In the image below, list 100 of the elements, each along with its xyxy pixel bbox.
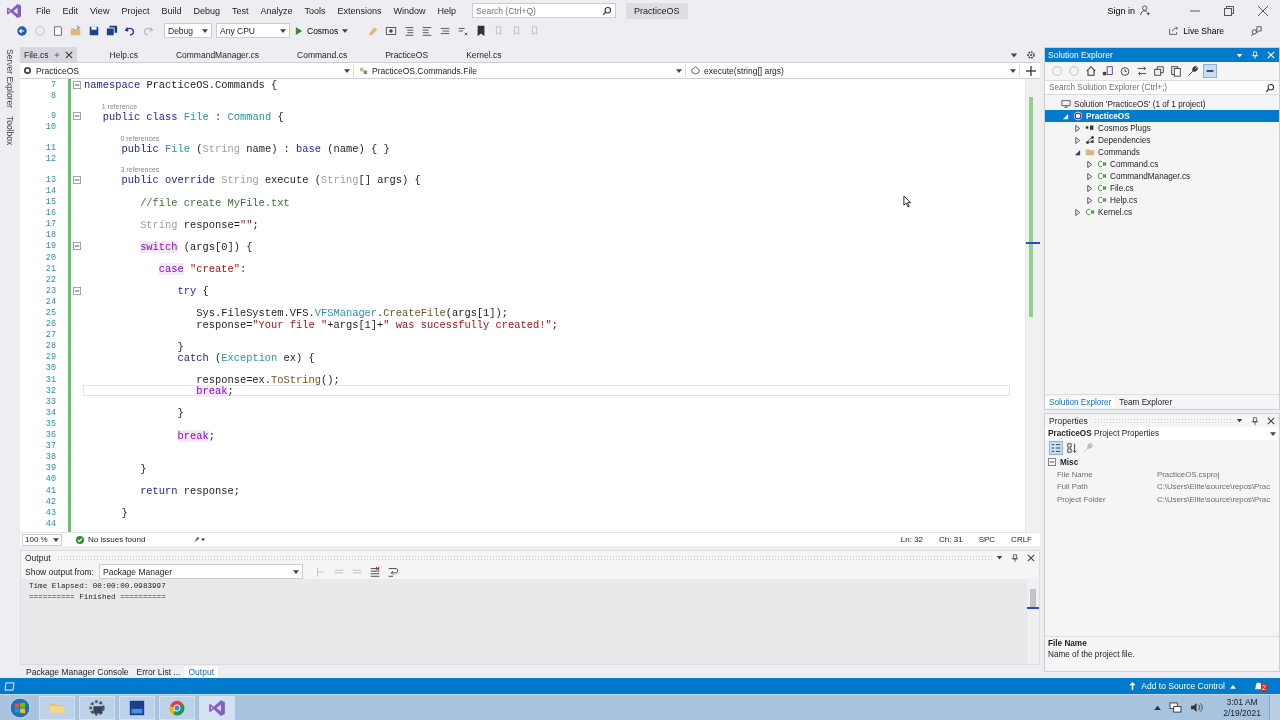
platform-dropdown[interactable]: Any CPU [216,23,290,38]
panel-tab[interactable]: Package Manager Console [22,665,133,678]
tree-item[interactable]: PracticeOS [1045,110,1279,122]
scrollbar[interactable] [1026,579,1039,664]
tree-item[interactable]: Help.cs [1045,194,1279,206]
sync-icon[interactable] [1136,64,1148,77]
expander-icon[interactable] [1086,196,1093,204]
show-hidden-icons[interactable] [1154,705,1162,710]
switch-views-icon[interactable] [1102,64,1114,77]
menu-item[interactable]: File [30,3,57,18]
save-icon[interactable] [88,24,100,37]
member-dropdown[interactable]: execute(string[] args) [688,64,1021,77]
show-all-files-icon[interactable] [1170,64,1182,77]
save-all-icon[interactable] [106,24,118,37]
expander-icon[interactable] [1086,172,1093,180]
issues-status[interactable]: No issues found [88,535,146,544]
menu-item[interactable]: Project [115,3,156,18]
expander-icon[interactable] [1074,124,1081,132]
panel-tab[interactable]: Error List ... [132,665,185,678]
menu-item[interactable]: Edit [56,3,85,18]
split-icon[interactable] [1026,65,1036,76]
new-project-icon[interactable] [52,24,64,37]
tree-item[interactable]: Command.cs [1045,158,1279,170]
close-icon[interactable] [1027,553,1035,562]
tab-list-icon[interactable] [1010,50,1018,59]
side-panel-tab[interactable]: Server Explorer [5,49,15,109]
type-dropdown[interactable]: PracticeOS.Commands.File [356,64,687,77]
tree-item[interactable]: Solution 'PracticeOS' (1 of 1 project) [1045,98,1279,110]
collapse-icon[interactable] [73,242,81,251]
tree-item[interactable]: File.cs [1045,182,1279,194]
output-window-icon[interactable] [4,681,15,691]
search-field[interactable]: Search Solution Explorer (Ctrl+;) [1045,80,1279,95]
expander-icon[interactable] [1074,148,1081,156]
dropdown-icon[interactable] [996,554,1003,561]
expander-icon[interactable] [1086,184,1093,192]
clock-date[interactable]: 2/19/2021 [1223,707,1261,719]
properties-icon[interactable] [1187,64,1199,77]
add-to-source-control-button[interactable]: Add to Source Control [1126,681,1239,691]
menu-item[interactable]: View [84,3,116,18]
expander-icon[interactable] [1062,112,1069,120]
collapse-icon[interactable] [73,112,81,121]
collapse-icon[interactable] [1048,458,1056,466]
outdent-icon[interactable] [421,24,434,37]
panel-tab[interactable]: Output [184,665,218,678]
taskbar-button[interactable] [119,695,155,720]
menu-item[interactable]: Tools [298,3,332,18]
menu-item[interactable]: Debug [187,3,226,18]
collapse-icon[interactable] [73,175,81,184]
panel-tab[interactable]: Solution Explorer [1045,396,1116,408]
restore-icon[interactable] [1224,5,1234,16]
zoom-dropdown[interactable]: 100 % [22,533,62,546]
document-tab[interactable]: PracticeOS [366,47,448,62]
dropdown-icon[interactable] [1236,417,1243,424]
menu-item[interactable]: Build [155,3,188,18]
word-wrap-icon[interactable] [387,565,399,578]
output-source-dropdown[interactable]: Package Manager [99,564,303,579]
collapse-icon[interactable] [73,286,81,295]
menu-item[interactable]: Test [225,3,255,18]
document-tab[interactable]: CommandManager.cs [156,47,279,62]
tree-item[interactable]: Commands [1045,146,1279,158]
screenshot-icon[interactable] [385,24,398,37]
close-icon[interactable] [64,50,73,59]
indent-icon[interactable] [403,24,416,37]
pin-icon[interactable] [1011,553,1019,562]
home-icon[interactable] [1085,64,1097,77]
document-tab[interactable]: Kernel.cs [447,47,521,62]
settings-icon[interactable] [1026,49,1036,60]
volume-icon[interactable] [1190,702,1204,713]
preview-icon[interactable] [1204,64,1216,77]
pin-icon[interactable] [52,50,61,59]
pin-icon[interactable] [1251,416,1259,425]
clock-time[interactable]: 3:01 AM [1226,696,1258,708]
configuration-dropdown[interactable]: Debug [164,23,212,38]
document-tab[interactable]: Command.cs [278,47,367,62]
close-icon[interactable] [1258,5,1268,16]
taskbar-button[interactable] [79,695,115,720]
back-icon[interactable] [16,24,28,37]
start-button[interactable] [9,696,31,719]
tree-item[interactable]: Cosmos Plugs [1045,122,1279,134]
close-icon[interactable] [1267,416,1275,425]
feedback-icon[interactable] [1250,24,1262,37]
taskbar-button[interactable] [199,695,235,720]
categorized-icon[interactable] [1050,442,1062,454]
scrollbar[interactable] [1025,79,1040,532]
object-dropdown[interactable]: PracticeOS Project Properties [1045,427,1279,440]
clear-all-icon[interactable] [369,565,381,578]
menu-item[interactable]: Help [431,3,463,18]
tree-item[interactable]: Dependencies [1045,134,1279,146]
panel-tab[interactable]: Team Explorer [1115,396,1177,408]
expander-icon[interactable] [1074,136,1081,144]
search-field[interactable]: Search (Ctrl+Q) [472,3,617,18]
start-button[interactable]: Cosmos [292,25,352,36]
side-panel-tab[interactable]: Toolbox [5,116,15,146]
tree-item[interactable]: CommandManager.cs [1045,170,1279,182]
menu-item[interactable]: Extensions [331,3,388,18]
collapse-icon[interactable] [73,80,81,89]
live-share-button[interactable]: Live Share [1162,24,1230,37]
project-dropdown[interactable]: PracticeOS [20,64,354,77]
expander-icon[interactable] [1074,208,1081,216]
menu-item[interactable]: Window [387,3,432,18]
